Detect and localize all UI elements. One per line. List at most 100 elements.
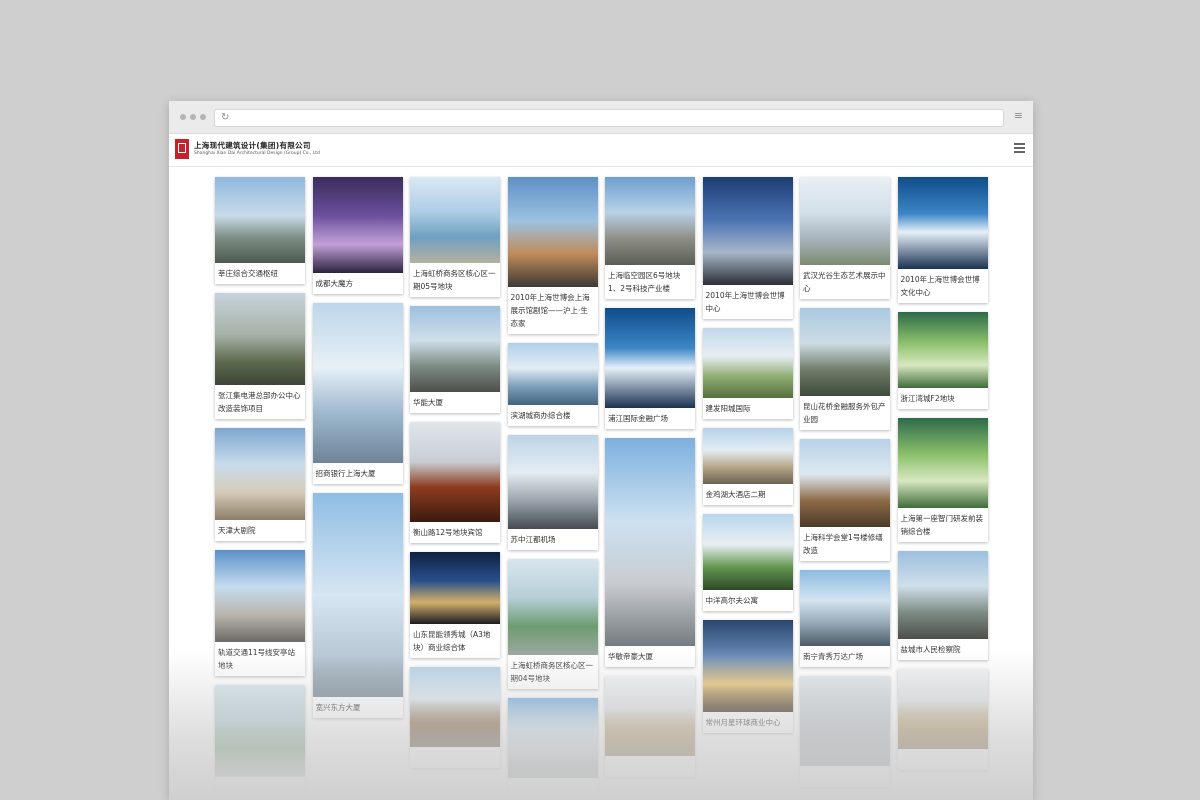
project-caption[interactable] bbox=[410, 747, 500, 768]
project-card[interactable]: 武汉光谷生态艺术展示中心 bbox=[800, 177, 890, 299]
project-card[interactable]: 衡山路12号地块宾馆 bbox=[410, 422, 500, 543]
project-caption[interactable]: 招商银行上海大厦 bbox=[313, 463, 403, 484]
project-card[interactable] bbox=[897, 669, 988, 770]
project-card[interactable]: 华能大厦 bbox=[410, 306, 500, 413]
project-card[interactable]: 昆山花桥金融服务外包产业园 bbox=[800, 308, 890, 430]
project-caption[interactable]: 天津大剧院 bbox=[215, 520, 305, 541]
project-photo[interactable] bbox=[507, 343, 598, 405]
project-caption[interactable]: 建发阳城国际 bbox=[703, 398, 793, 419]
project-photo[interactable] bbox=[897, 177, 988, 269]
project-photo[interactable] bbox=[410, 306, 500, 392]
project-photo[interactable] bbox=[800, 177, 890, 265]
project-photo[interactable] bbox=[215, 428, 305, 520]
project-photo[interactable] bbox=[605, 308, 695, 408]
project-caption[interactable]: 2010年上海世博会世博文化中心 bbox=[898, 269, 988, 303]
project-caption[interactable]: 2010年上海世博会上海展示馆剧馆——沪上·生态家 bbox=[508, 287, 598, 334]
project-caption[interactable]: 盐城市人民检察院 bbox=[898, 639, 988, 660]
project-card[interactable]: 滨湖城商办综合楼 bbox=[507, 343, 598, 426]
project-caption[interactable]: 成都大魔方 bbox=[313, 273, 403, 294]
project-photo[interactable] bbox=[507, 177, 598, 287]
project-card[interactable]: 2010年上海世博会上海展示馆剧馆——沪上·生态家 bbox=[507, 177, 598, 334]
project-card[interactable]: 莘庄综合交通枢纽 bbox=[215, 177, 305, 284]
project-card[interactable]: 天津大剧院 bbox=[215, 428, 305, 541]
project-caption[interactable]: 金鸡湖大酒店二期 bbox=[703, 484, 793, 505]
project-photo[interactable] bbox=[800, 676, 890, 766]
address-bar[interactable]: ↻ bbox=[214, 109, 1004, 127]
reload-icon[interactable]: ↻ bbox=[221, 112, 229, 124]
project-photo[interactable] bbox=[312, 303, 403, 463]
project-card[interactable]: 浦江国际金融广场 bbox=[605, 308, 695, 429]
project-photo[interactable] bbox=[800, 570, 890, 646]
project-photo[interactable] bbox=[897, 312, 988, 388]
project-caption[interactable]: 2010年上海世博会世博中心 bbox=[703, 285, 793, 319]
project-card[interactable]: 山东昆能领秀城（A3地块）商业综合体 bbox=[410, 552, 500, 658]
project-card[interactable]: 宽兴东方大厦 bbox=[312, 493, 403, 718]
project-caption[interactable] bbox=[508, 778, 598, 799]
project-photo[interactable] bbox=[215, 550, 305, 642]
project-card[interactable] bbox=[800, 676, 890, 787]
project-card[interactable]: 招商银行上海大厦 bbox=[312, 303, 403, 484]
project-card[interactable]: 上海科学会堂1号楼修缮改造 bbox=[800, 439, 890, 561]
project-caption[interactable]: 山东昆能领秀城（A3地块）商业综合体 bbox=[410, 624, 500, 658]
project-caption[interactable]: 上海临空园区6号地块1、2号科技产业楼 bbox=[605, 265, 695, 299]
project-caption[interactable]: 华能大厦 bbox=[410, 392, 500, 413]
project-caption[interactable] bbox=[605, 756, 695, 777]
project-photo[interactable] bbox=[312, 493, 403, 697]
project-photo[interactable] bbox=[897, 669, 988, 749]
project-photo[interactable] bbox=[312, 177, 403, 273]
project-card[interactable]: 上海第一座智门研发前装销综合楼 bbox=[897, 418, 988, 542]
project-card[interactable]: 张江集电港总部办公中心改造装饰项目 bbox=[215, 293, 305, 419]
project-caption[interactable]: 张江集电港总部办公中心改造装饰项目 bbox=[215, 385, 305, 419]
project-card[interactable] bbox=[410, 667, 500, 768]
project-card[interactable]: 成都大魔方 bbox=[312, 177, 403, 294]
project-caption[interactable]: 宽兴东方大厦 bbox=[313, 697, 403, 718]
project-photo[interactable] bbox=[410, 177, 500, 263]
project-photo[interactable] bbox=[897, 418, 988, 508]
project-card[interactable]: 上海临空园区6号地块1、2号科技产业楼 bbox=[605, 177, 695, 299]
project-card[interactable]: 常州月星环球商业中心 bbox=[702, 620, 793, 733]
project-caption[interactable]: 武汉光谷生态艺术展示中心 bbox=[800, 265, 890, 299]
project-photo[interactable] bbox=[702, 328, 793, 398]
project-caption[interactable]: 衡山路12号地块宾馆 bbox=[410, 522, 500, 543]
project-photo[interactable] bbox=[702, 514, 793, 590]
project-photo[interactable] bbox=[702, 428, 793, 484]
project-card[interactable]: 2010年上海世博会世博文化中心 bbox=[897, 177, 988, 303]
project-card[interactable]: 浙江湾城F2地块 bbox=[897, 312, 988, 409]
project-card[interactable] bbox=[605, 676, 695, 777]
company-logo-icon[interactable] bbox=[175, 139, 189, 159]
project-card[interactable]: 上海虹桥商务区核心区一期05号地块 bbox=[410, 177, 500, 297]
project-card[interactable]: 2010年上海世博会世博中心 bbox=[702, 177, 793, 319]
project-card[interactable]: 中洋高尔夫公寓 bbox=[702, 514, 793, 611]
project-caption[interactable]: 中洋高尔夫公寓 bbox=[703, 590, 793, 611]
project-card[interactable]: 上海虹桥商务区核心区一期04号地块 bbox=[507, 559, 598, 689]
project-photo[interactable] bbox=[605, 676, 695, 756]
project-card[interactable] bbox=[507, 698, 598, 799]
project-caption[interactable]: 浙江湾城F2地块 bbox=[898, 388, 988, 409]
hamburger-menu-icon[interactable] bbox=[1014, 143, 1025, 153]
project-caption[interactable]: 莘庄综合交通枢纽 bbox=[215, 263, 305, 284]
project-caption[interactable]: 昆山花桥金融服务外包产业园 bbox=[800, 396, 890, 430]
project-photo[interactable] bbox=[215, 293, 305, 385]
project-photo[interactable] bbox=[605, 177, 695, 265]
project-photo[interactable] bbox=[800, 308, 890, 396]
project-photo[interactable] bbox=[507, 698, 598, 778]
project-photo[interactable] bbox=[507, 559, 598, 655]
browser-menu-icon[interactable]: ≡ bbox=[1014, 110, 1023, 122]
project-photo[interactable] bbox=[605, 438, 695, 646]
project-photo[interactable] bbox=[702, 620, 793, 712]
project-photo[interactable] bbox=[215, 685, 305, 777]
project-caption[interactable]: 常州月星环球商业中心 bbox=[703, 712, 793, 733]
project-caption[interactable]: 上海科学会堂1号楼修缮改造 bbox=[800, 527, 890, 561]
project-caption[interactable]: 浦江国际金融广场 bbox=[605, 408, 695, 429]
project-card[interactable]: 盐城市人民检察院 bbox=[897, 551, 988, 660]
project-photo[interactable] bbox=[215, 177, 305, 263]
project-photo[interactable] bbox=[897, 551, 988, 639]
project-photo[interactable] bbox=[410, 552, 500, 624]
project-card[interactable]: 南宁青秀万达广场 bbox=[800, 570, 890, 667]
project-caption[interactable]: 南宁青秀万达广场 bbox=[800, 646, 890, 667]
project-caption[interactable]: 上海第一座智门研发前装销综合楼 bbox=[898, 508, 988, 542]
project-card[interactable]: 苏中江都机场 bbox=[507, 435, 598, 550]
project-card[interactable]: 轨道交通11号线安亭站地块 bbox=[215, 550, 305, 676]
project-photo[interactable] bbox=[702, 177, 793, 285]
project-caption[interactable]: 上海虹桥商务区核心区一期05号地块 bbox=[410, 263, 500, 297]
